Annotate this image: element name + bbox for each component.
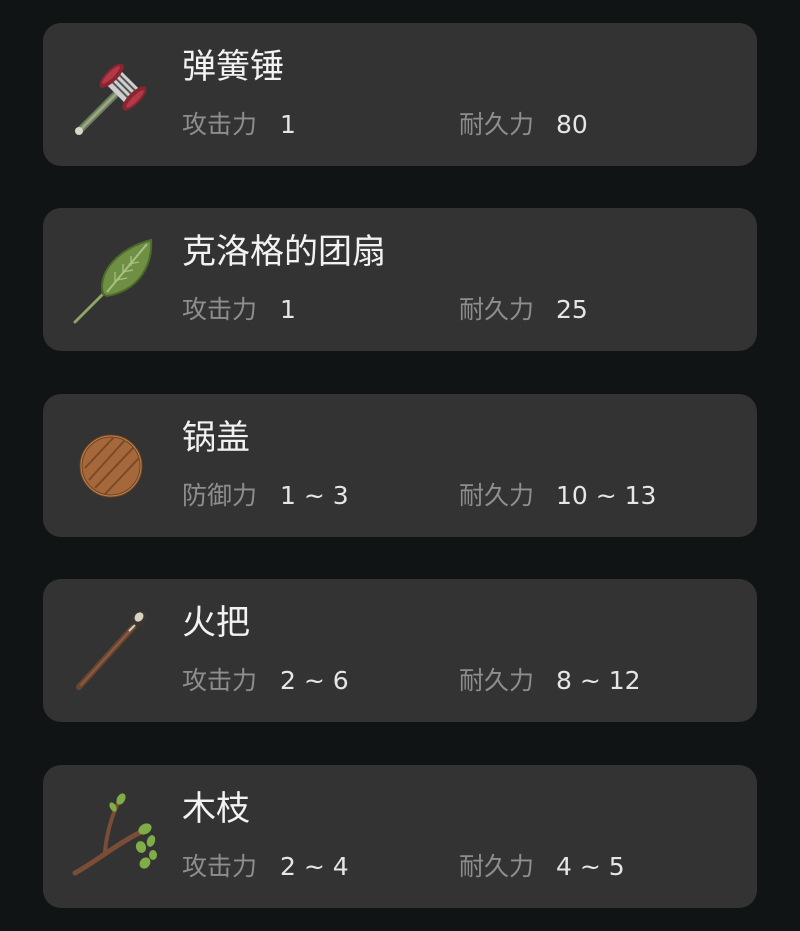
durability-label: 耐久力 <box>459 110 535 139</box>
korok-leaf-icon <box>67 232 163 328</box>
attack-label: 攻击力 <box>182 666 258 695</box>
item-name: 木枝 <box>182 789 250 829</box>
item-card-tree-branch[interactable]: 木枝 攻击力 2 ~ 4 耐久力 4 ~ 5 <box>43 765 757 908</box>
durability-value: 8 ~ 12 <box>556 666 641 695</box>
item-name: 锅盖 <box>182 418 250 458</box>
attack-value: 1 <box>280 295 296 324</box>
durability-value: 25 <box>556 295 588 324</box>
item-card-torch[interactable]: 火把 攻击力 2 ~ 6 耐久力 8 ~ 12 <box>43 579 757 722</box>
durability-value: 80 <box>556 110 588 139</box>
item-card-pot-lid[interactable]: 锅盖 防御力 1 ~ 3 耐久力 10 ~ 13 <box>43 394 757 537</box>
defense-value: 1 ~ 3 <box>280 481 349 510</box>
tree-branch-icon <box>67 789 163 885</box>
durability-label: 耐久力 <box>459 666 535 695</box>
durability-value: 4 ~ 5 <box>556 852 625 881</box>
attack-label: 攻击力 <box>182 110 258 139</box>
item-name: 火把 <box>182 603 250 643</box>
durability-label: 耐久力 <box>459 295 535 324</box>
item-card-spring-hammer[interactable]: 弹簧锤 攻击力 1 耐久力 80 <box>43 23 757 166</box>
attack-value: 2 ~ 4 <box>280 852 349 881</box>
attack-label: 攻击力 <box>182 295 258 324</box>
spring-hammer-icon <box>67 47 163 143</box>
attack-value: 1 <box>280 110 296 139</box>
item-card-korok-leaf[interactable]: 克洛格的团扇 攻击力 1 耐久力 25 <box>43 208 757 351</box>
item-name: 克洛格的团扇 <box>182 232 386 272</box>
attack-value: 2 ~ 6 <box>280 666 349 695</box>
durability-value: 10 ~ 13 <box>556 481 657 510</box>
pot-lid-icon <box>67 418 163 514</box>
defense-label: 防御力 <box>182 481 258 510</box>
durability-label: 耐久力 <box>459 481 535 510</box>
item-list: 弹簧锤 攻击力 1 耐久力 80 克洛格的团扇 攻击力 1 耐久力 25 锅盖 … <box>0 0 800 931</box>
torch-icon <box>67 603 163 699</box>
item-name: 弹簧锤 <box>182 47 284 87</box>
attack-label: 攻击力 <box>182 852 258 881</box>
durability-label: 耐久力 <box>459 852 535 881</box>
